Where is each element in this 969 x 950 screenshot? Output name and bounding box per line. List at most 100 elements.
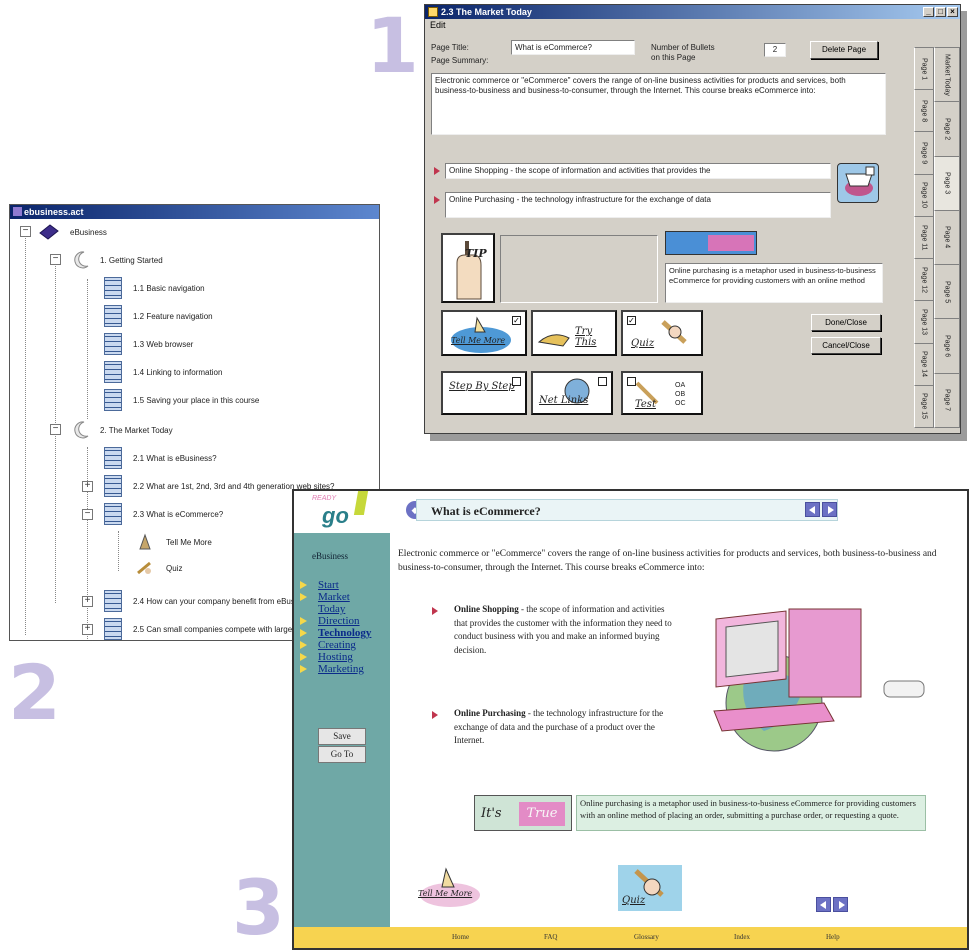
test-tile[interactable]: Test OA OB OC: [621, 371, 703, 415]
tell-me-more-checkbox[interactable]: ✓: [512, 316, 521, 325]
delete-page-button[interactable]: Delete Page: [810, 41, 878, 59]
tip-image-placeholder[interactable]: [500, 235, 658, 303]
tab-page-3[interactable]: Page 3: [934, 155, 960, 211]
tell-me-more-button[interactable]: Tell Me More: [414, 865, 488, 911]
footer-link-glossary[interactable]: Glossary: [634, 933, 659, 941]
collapse-toggle[interactable]: −: [50, 254, 61, 265]
bullet-2-input[interactable]: Online Purchasing - the technology infra…: [445, 192, 831, 218]
tab-page-14[interactable]: Page 14: [914, 342, 934, 386]
tree-node-1-1[interactable]: 1.1 Basic navigation: [104, 277, 205, 299]
test-checkbox[interactable]: [627, 377, 636, 386]
its-true-textarea[interactable]: Online purchasing is a metaphor used in …: [665, 263, 883, 303]
tell-me-more-tile[interactable]: Tell Me More ✓: [441, 310, 527, 356]
tree-node-quiz[interactable]: Quiz: [136, 558, 182, 578]
net-links-tile[interactable]: Net Links: [531, 371, 613, 415]
tree-node-1-2[interactable]: 1.2 Feature navigation: [104, 305, 213, 327]
tab-market-today[interactable]: Market Today: [934, 47, 960, 103]
tab-page-11[interactable]: Page 11: [914, 215, 934, 260]
tree-node-2-5[interactable]: 2.5 Can small companies compete with lar…: [104, 618, 316, 640]
footer-link-help[interactable]: Help: [826, 933, 840, 941]
tree-connector: [118, 531, 119, 571]
tree-node-label: 1.1 Basic navigation: [133, 283, 205, 293]
tree-node-1-4[interactable]: 1.4 Linking to information: [104, 361, 222, 383]
next-page-icon[interactable]: [822, 502, 837, 517]
tree-node-label: Quiz: [166, 563, 183, 573]
tree-node-tell-me-more[interactable]: Tell Me More: [136, 532, 212, 552]
purchase-image[interactable]: [837, 163, 879, 203]
nav-link-market-today[interactable]: Market Today: [318, 591, 378, 615]
nav-link-hosting[interactable]: Hosting: [318, 651, 353, 663]
footer-link-index[interactable]: Index: [734, 933, 750, 941]
tab-page-9[interactable]: Page 9: [914, 131, 934, 175]
tab-page-13[interactable]: Page 13: [914, 300, 934, 344]
tab-page-2[interactable]: Page 2: [934, 101, 960, 157]
done-close-button[interactable]: Done/Close: [811, 314, 881, 331]
footer-link-home[interactable]: Home: [452, 933, 469, 941]
nav-link-start[interactable]: Start: [318, 579, 339, 591]
save-button[interactable]: Save: [318, 728, 366, 745]
collapse-toggle[interactable]: −: [82, 509, 93, 520]
tree-node-2-4[interactable]: 2.4 How can your company benefit from eB…: [104, 590, 318, 612]
tab-page-15[interactable]: Page 15: [914, 384, 934, 428]
nav-link-direction[interactable]: Direction: [318, 615, 360, 627]
step-by-step-tile[interactable]: Step By Step: [441, 371, 527, 415]
previous-page-icon[interactable]: [805, 502, 820, 517]
step-by-step-checkbox[interactable]: [512, 377, 521, 386]
figure-number-2: 2: [8, 648, 61, 737]
tree-node-1-3[interactable]: 1.3 Web browser: [104, 333, 193, 355]
tree-node-1-5[interactable]: 1.5 Saving your place in this course: [104, 389, 259, 411]
collapse-toggle[interactable]: −: [20, 226, 31, 237]
course-sidebar: READY go eBusiness Start Market Today Di…: [294, 491, 390, 931]
bullets-count-stepper[interactable]: 2: [764, 43, 786, 57]
page-summary-textarea[interactable]: Electronic commerce or "eCommerce" cover…: [431, 73, 886, 135]
tab-page-12[interactable]: Page 12: [914, 258, 934, 302]
tab-page-5[interactable]: Page 5: [934, 264, 960, 320]
quiz-checkbox[interactable]: ✓: [627, 316, 636, 325]
test-option-c: OC: [675, 400, 686, 407]
tab-page-8[interactable]: Page 8: [914, 89, 934, 133]
tree-node-section-2[interactable]: 2. The Market Today: [72, 420, 173, 440]
try-this-tile[interactable]: Try This: [531, 310, 617, 356]
cancel-close-button[interactable]: Cancel/Close: [811, 337, 881, 354]
menu-edit[interactable]: Edit: [430, 20, 446, 30]
footer-link-faq[interactable]: FAQ: [544, 933, 557, 941]
tree-node-2-1[interactable]: 2.1 What is eBusiness?: [104, 447, 217, 469]
tab-page-10[interactable]: Page 10: [914, 173, 934, 217]
page-title-input[interactable]: What is eCommerce?: [511, 40, 635, 55]
minimize-icon[interactable]: _: [923, 7, 934, 17]
collapse-toggle[interactable]: −: [50, 424, 61, 435]
tree-root-label: eBusiness: [70, 227, 107, 237]
previous-page-icon[interactable]: [816, 897, 831, 912]
go-to-button[interactable]: Go To: [318, 746, 366, 763]
next-page-icon[interactable]: [833, 897, 848, 912]
expand-toggle[interactable]: +: [82, 624, 93, 635]
quiz-button[interactable]: Quiz: [618, 865, 682, 911]
maximize-icon[interactable]: □: [935, 7, 946, 17]
tree-node-label: 2. The Market Today: [100, 425, 173, 435]
tree-node-section-1[interactable]: 1. Getting Started: [72, 250, 163, 270]
its-label: It's: [481, 806, 502, 821]
nav-link-marketing[interactable]: Marketing: [318, 663, 364, 675]
tree-root[interactable]: eBusiness: [38, 222, 107, 242]
close-icon[interactable]: ×: [947, 7, 958, 17]
bullets-count-label: Number of Bullets on this Page: [651, 43, 715, 63]
nav-link-technology[interactable]: Technology: [318, 627, 371, 639]
bullet-marker-icon: [434, 196, 440, 204]
section-moon-icon: [74, 421, 89, 439]
expand-toggle[interactable]: +: [82, 481, 93, 492]
tree-window-title: ebusiness.act: [24, 207, 84, 217]
its-true-banner: [665, 231, 757, 255]
page-doc-icon: [104, 475, 122, 497]
quiz-tile[interactable]: Quiz ✓: [621, 310, 703, 356]
bullet-1-input[interactable]: Online Shopping - the scope of informati…: [445, 163, 831, 179]
tree-node-2-3[interactable]: 2.3 What is eCommerce?: [104, 503, 223, 525]
ready-go-logo[interactable]: READY go: [294, 491, 390, 533]
tab-page-4[interactable]: Page 4: [934, 209, 960, 266]
expand-toggle[interactable]: +: [82, 596, 93, 607]
net-links-checkbox[interactable]: [598, 377, 607, 386]
nav-link-creating[interactable]: Creating: [318, 639, 356, 651]
tab-page-6[interactable]: Page 6: [934, 318, 960, 374]
tip-tile[interactable]: TIP: [441, 233, 495, 303]
tab-page-7[interactable]: Page 7: [934, 372, 960, 428]
tab-page-1[interactable]: Page 1: [914, 47, 934, 91]
